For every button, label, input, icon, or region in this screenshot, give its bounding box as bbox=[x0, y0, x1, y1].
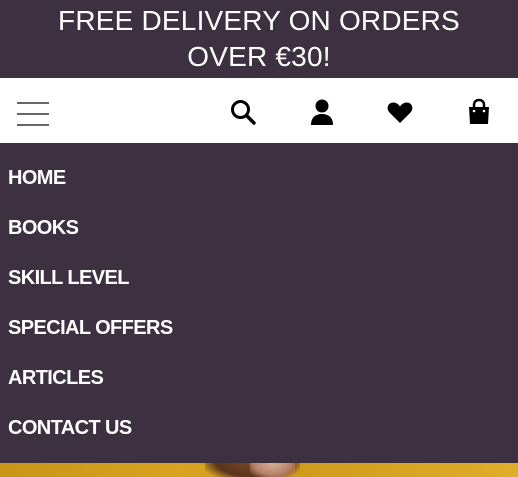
bag-icon[interactable] bbox=[465, 98, 493, 126]
user-icon[interactable] bbox=[308, 98, 336, 126]
menu-item-contact-us[interactable]: CONTACT US bbox=[8, 413, 132, 443]
menu-item-home[interactable]: HOME bbox=[8, 163, 66, 193]
hero-image bbox=[0, 463, 518, 477]
menu-item-articles[interactable]: ARTICLES bbox=[8, 363, 104, 393]
menu-item-special-offers[interactable]: SPECIAL OFFERS bbox=[8, 313, 173, 343]
menu-icon[interactable] bbox=[17, 102, 49, 126]
top-toolbar bbox=[0, 78, 518, 143]
search-icon[interactable] bbox=[229, 98, 257, 126]
promo-line-1: FREE DELIVERY ON ORDERS bbox=[58, 5, 460, 36]
menu-item-books[interactable]: BOOKS bbox=[8, 213, 79, 243]
nav-menu: HOME BOOKS SKILL LEVEL SPECIAL OFFERS AR… bbox=[0, 143, 518, 463]
heart-icon[interactable] bbox=[386, 98, 414, 126]
promo-line-2: OVER €30! bbox=[187, 41, 331, 72]
menu-item-skill-level[interactable]: SKILL LEVEL bbox=[8, 263, 129, 293]
promo-banner: FREE DELIVERY ON ORDERS OVER €30! bbox=[0, 0, 518, 78]
